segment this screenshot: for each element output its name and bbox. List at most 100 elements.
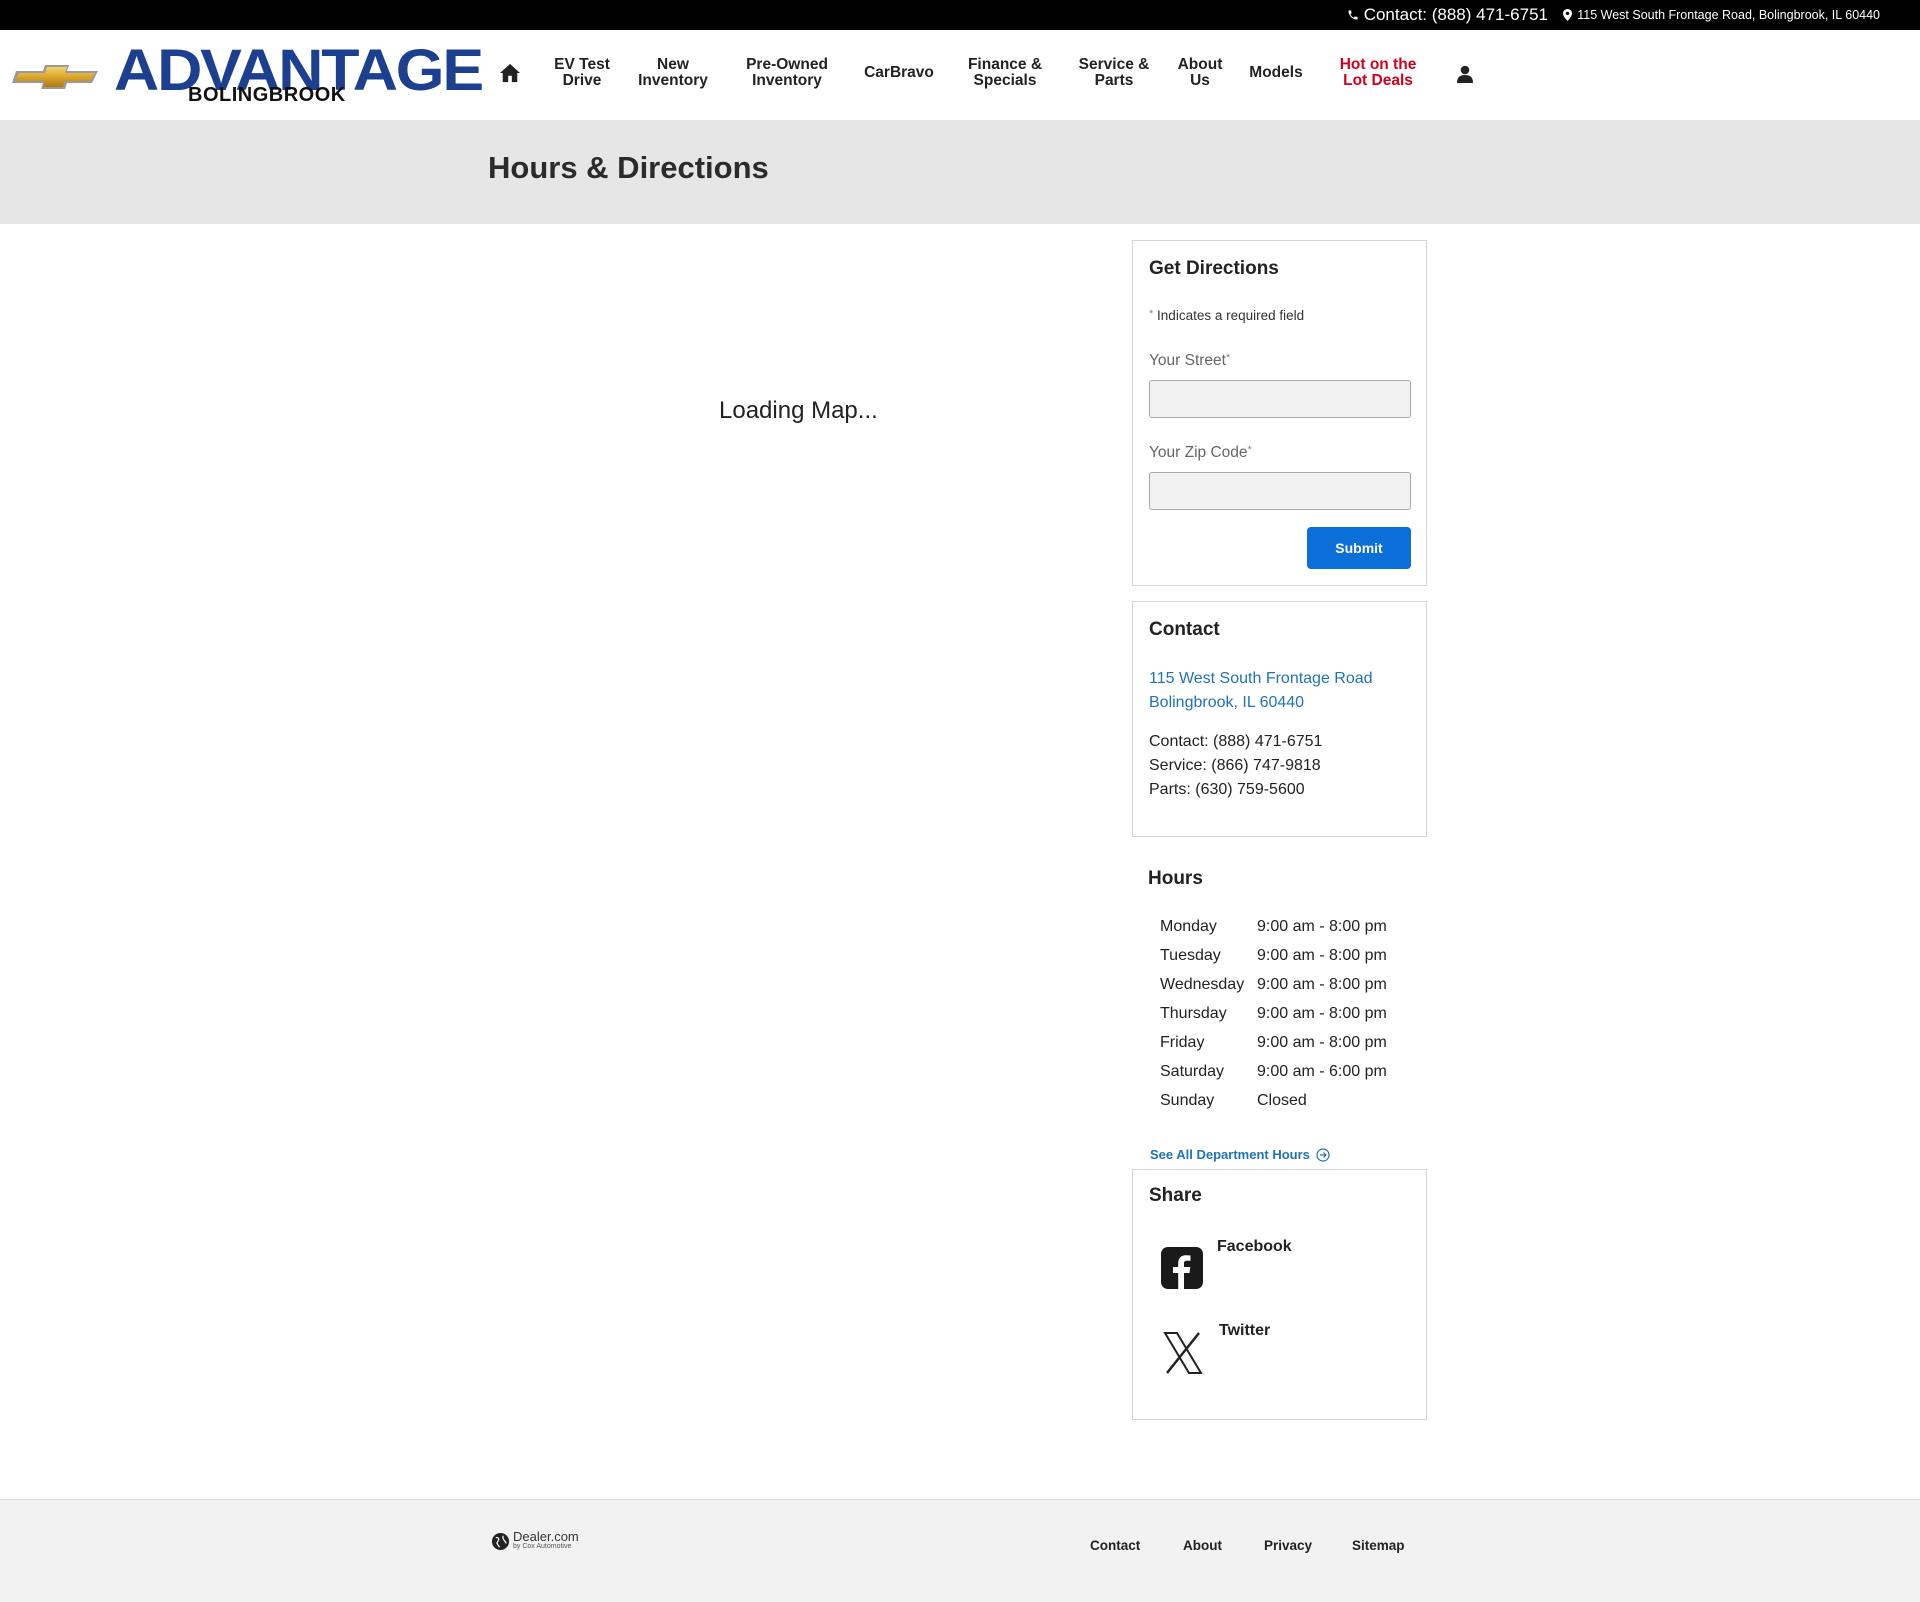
nav-label-line1: Service & [1078,56,1150,73]
phone-parts[interactable]: Parts: (630) 759-5600 [1149,778,1322,802]
nav-label-line2: Drive [562,72,602,89]
nav-label-line1: Pre-Owned [746,56,828,73]
hours-row: Tuesday 9:00 am - 8:00 pm [1160,947,1420,976]
required-marker: * [1149,308,1154,320]
hours-row: Saturday 9:00 am - 6:00 pm [1160,1063,1420,1092]
submit-button[interactable]: Submit [1307,527,1411,569]
hours-time: 9:00 am - 8:00 pm [1257,1034,1387,1051]
required-note-text: Indicates a required field [1157,308,1305,323]
nav-label-line2: Inventory [752,72,822,89]
hours-day: Sunday [1160,1092,1215,1109]
street-label: Your Street* [1149,352,1230,370]
dealer-com-logo[interactable]: Dealer.com by Cox Automotive [491,1529,579,1551]
chevrolet-bowtie-icon [12,65,98,89]
site-header: ADVANTAGE BOLINGBROOK EV Test Drive New … [0,30,1920,120]
hours-day: Thursday [1160,1005,1227,1022]
nav-new-inventory[interactable]: New Inventory [638,57,708,89]
hours-row: Sunday Closed [1160,1092,1420,1121]
hours-row: Wednesday 9:00 am - 8:00 pm [1160,976,1420,1005]
hours-row: Thursday 9:00 am - 8:00 pm [1160,1005,1420,1034]
nav-label-line1: Models [1249,64,1303,81]
nav-label-line1: About [1177,56,1223,73]
footer-link-contact[interactable]: Contact [1090,1538,1140,1553]
utility-bar: Contact: (888) 471-6751 115 West South F… [0,0,1920,30]
hours-row: Monday 9:00 am - 8:00 pm [1160,918,1420,947]
required-marker: * [1247,444,1252,456]
zip-code-input[interactable] [1149,472,1411,510]
contact-card: Contact 115 West South Frontage Road Bol… [1132,601,1427,837]
hours-day: Friday [1160,1034,1205,1051]
nav-label-line2: Parts [1094,72,1134,89]
phone-service[interactable]: Service: (866) 747-9818 [1149,754,1322,778]
share-card: Share Facebook Twitter [1132,1169,1427,1420]
nav-label-line2: Inventory [638,72,708,89]
dealer-com-sub: by Cox Automotive [513,1543,572,1550]
footer-link-about[interactable]: About [1183,1538,1222,1553]
address-line2: Bolingbrook, IL 60440 [1149,694,1305,711]
hours-time: 9:00 am - 8:00 pm [1257,1005,1387,1022]
hours-row: Friday 9:00 am - 8:00 pm [1160,1034,1420,1063]
nav-label-line1: New [657,56,689,73]
nav-label-line2: Us [1190,72,1210,89]
hours-day: Saturday [1160,1063,1225,1080]
footer-link-sitemap[interactable]: Sitemap [1352,1538,1405,1553]
footer-link-privacy[interactable]: Privacy [1264,1538,1312,1553]
site-footer: Dealer.com by Cox Automotive Contact Abo… [0,1499,1920,1602]
hours-day: Wednesday [1160,976,1245,993]
hours-day: Tuesday [1160,947,1221,964]
street-input[interactable] [1149,380,1411,418]
nav-about-us[interactable]: About Us [1178,57,1223,89]
share-twitter-link[interactable]: Twitter [1219,1322,1270,1340]
dealer-com-name: Dealer.com [513,1529,579,1544]
address-line1: 115 West South Frontage Road [1149,670,1373,687]
home-icon[interactable] [499,63,521,83]
dealer-address-link[interactable]: 115 West South Frontage Road Bolingbrook… [1149,667,1373,715]
phone-list: Contact: (888) 471-6751 Service: (866) 7… [1149,730,1322,802]
nav-finance-specials[interactable]: Finance & Specials [968,57,1042,89]
top-address-link[interactable]: 115 West South Frontage Road, Bolingbroo… [1563,8,1880,22]
x-twitter-icon[interactable] [1163,1332,1203,1374]
zip-label: Your Zip Code* [1149,444,1252,462]
contact-heading: Contact [1149,619,1220,640]
phone-contact[interactable]: Contact: (888) 471-6751 [1149,730,1322,754]
nav-label-line2: Lot Deals [1343,72,1413,89]
arrow-circle-right-icon [1316,1147,1330,1162]
nav-service-parts[interactable]: Service & Parts [1079,57,1150,89]
required-marker: * [1225,352,1231,364]
phone-icon [1348,10,1358,20]
brand-location: BOLINGBROOK [188,84,346,106]
see-all-department-hours-link[interactable]: See All Department Hours [1150,1147,1330,1162]
share-facebook-link[interactable]: Facebook [1217,1238,1292,1256]
hours-time: Closed [1257,1092,1307,1109]
zip-label-text: Your Zip Code [1149,444,1248,461]
hours-table: Monday 9:00 am - 8:00 pm Tuesday 9:00 am -… [1160,918,1420,1121]
nav-models[interactable]: Models [1249,65,1302,81]
nav-label-line1: CarBravo [864,64,934,81]
nav-label-line1: EV Test [554,56,610,73]
nav-label-line2: Specials [973,72,1037,89]
top-contact-text: Contact: (888) 471-6751 [1363,5,1548,24]
dealer-logo[interactable]: ADVANTAGE BOLINGBROOK [12,38,484,110]
top-contact-link[interactable]: Contact: (888) 471-6751 [1347,5,1548,25]
map-loading-text: Loading Map... [719,397,878,424]
nav-label-line1: Hot on the [1339,56,1417,73]
page-title-band: Hours & Directions [0,120,1920,224]
street-label-text: Your Street [1149,352,1226,369]
nav-pre-owned-inventory[interactable]: Pre-Owned Inventory [746,57,828,89]
get-directions-card: Get Directions * Indicates a required fi… [1132,240,1427,586]
share-heading: Share [1149,1185,1202,1206]
map-pin-icon [1563,9,1573,21]
nav-carbravo[interactable]: CarBravo [864,65,934,81]
hours-day: Monday [1160,918,1217,935]
hours-time: 9:00 am - 8:00 pm [1257,976,1387,993]
hours-heading: Hours [1148,868,1203,889]
nav-hot-lot-deals[interactable]: Hot on the Lot Deals [1340,57,1417,89]
dept-link-text: See All Department Hours [1150,1147,1310,1162]
required-field-note: * Indicates a required field [1149,308,1304,323]
user-icon[interactable] [1457,65,1473,83]
facebook-icon[interactable] [1161,1247,1203,1289]
nav-ev-test-drive[interactable]: EV Test Drive [554,57,610,89]
top-address-text: 115 West South Frontage Road, Bolingbroo… [1577,8,1880,22]
page-title: Hours & Directions [488,150,769,185]
hours-time: 9:00 am - 8:00 pm [1257,918,1387,935]
